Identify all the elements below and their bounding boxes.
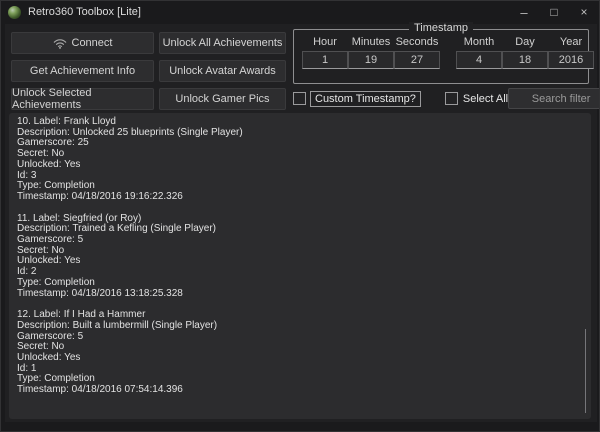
hour-field-group: Hour (302, 36, 348, 69)
minimize-button[interactable]: – (509, 1, 539, 23)
titlebar: Retro360 Toolbox [Lite] – □ × (1, 1, 599, 23)
options-row: Custom Timestamp? Select All (293, 88, 599, 109)
achievement-line: Unlocked: Yes (17, 352, 81, 364)
custom-timestamp-label: Custom Timestamp? (310, 90, 421, 107)
window-controls: – □ × (509, 1, 599, 23)
timestamp-groupbox: Timestamp Hour Minutes Seconds Month Day (293, 22, 594, 84)
achievement-line: Unlocked: Yes (17, 158, 81, 170)
achievement-line: Secret: No (17, 244, 65, 256)
achievement-entry: 12. Label: If I Had a Hammer Description:… (17, 310, 583, 396)
achievement-line: Description: Unlocked 25 blueprints (Sin… (17, 126, 243, 138)
window-title: Retro360 Toolbox [Lite] (28, 6, 141, 18)
year-input[interactable] (548, 51, 594, 69)
unlock-avatar-awards-label: Unlock Avatar Awards (169, 65, 276, 77)
achievement-line: Secret: No (17, 341, 65, 353)
achievement-line: Unlocked: Yes (17, 255, 81, 267)
achievement-line: Timestamp: 04/18/2016 13:18:25.328 (17, 287, 183, 299)
unlock-avatar-awards-button[interactable]: Unlock Avatar Awards (159, 60, 286, 82)
achievement-line: Gamerscore: 25 (17, 137, 89, 149)
achievement-line: Description: Built a lumbermill (Single … (17, 319, 218, 331)
seconds-label: Seconds (395, 36, 439, 48)
select-all-checkbox[interactable] (444, 92, 458, 105)
wifi-icon (53, 38, 67, 49)
custom-timestamp-checkbox[interactable] (293, 92, 306, 105)
unlock-gamer-pics-label: Unlock Gamer Pics (175, 93, 270, 105)
month-input[interactable] (456, 51, 502, 69)
achievement-line: Description: Trained a Kefling (Single P… (17, 223, 216, 235)
month-label: Month (463, 36, 495, 48)
connect-button[interactable]: Connect (11, 32, 154, 54)
select-all-label: Select All (462, 92, 509, 105)
connect-button-label: Connect (71, 37, 113, 49)
achievement-line: Gamerscore: 5 (17, 234, 84, 246)
achievement-line: Type: Completion (17, 276, 95, 288)
achievement-line: Gamerscore: 5 (17, 330, 84, 342)
month-field-group: Month (456, 36, 502, 69)
app-window: Retro360 Toolbox [Lite] – □ × Connect Ge… (0, 0, 600, 432)
minutes-field-group: Minutes (348, 36, 394, 69)
minutes-input[interactable] (348, 51, 394, 69)
achievement-line: Id: 1 (17, 362, 37, 374)
day-input[interactable] (502, 51, 548, 69)
minutes-label: Minutes (351, 36, 391, 48)
hour-label: Hour (313, 36, 337, 48)
achievement-log[interactable]: 10. Label: Frank Lloyd Description: Unloc… (9, 113, 591, 419)
achievement-entry: 11. Label: Siegfried (or Roy) Description… (17, 213, 583, 300)
day-label: Day (515, 36, 535, 48)
year-label: Year (559, 36, 583, 48)
achievement-line: Timestamp: 04/18/2016 19:16:22.326 (17, 190, 183, 202)
achievement-line: Secret: No (17, 148, 65, 160)
seconds-field-group: Seconds (394, 36, 440, 69)
get-achievement-info-label: Get Achievement Info (29, 65, 136, 77)
timestamp-groupbox-title: Timestamp (409, 22, 473, 34)
scrollbar-thumb[interactable] (585, 329, 586, 413)
search-filter-input[interactable] (508, 88, 599, 109)
achievement-line: Id: 2 (17, 266, 37, 278)
app-icon (8, 5, 21, 19)
unlock-selected-achievements-label: Unlock Selected Achievements (12, 87, 92, 111)
achievement-entry: 10. Label: Frank Lloyd Description: Unloc… (17, 116, 583, 203)
maximize-button[interactable]: □ (539, 1, 569, 23)
unlock-all-achievements-button[interactable]: Unlock All Achievements (159, 32, 286, 54)
achievement-line: Id: 3 (17, 169, 37, 181)
achievement-line: Timestamp: 04/18/2016 07:54:14.396 (17, 384, 183, 396)
year-field-group: Year (548, 36, 594, 69)
get-achievement-info-button[interactable]: Get Achievement Info (11, 60, 154, 82)
unlock-selected-achievements-button[interactable]: Unlock Selected Achievements (11, 87, 154, 111)
unlock-all-achievements-label: Unlock All Achievements (162, 37, 283, 49)
day-field-group: Day (502, 36, 548, 69)
unlock-gamer-pics-button[interactable]: Unlock Gamer Pics (159, 88, 286, 110)
seconds-input[interactable] (394, 51, 440, 69)
hour-input[interactable] (302, 51, 348, 69)
close-button[interactable]: × (569, 1, 599, 23)
